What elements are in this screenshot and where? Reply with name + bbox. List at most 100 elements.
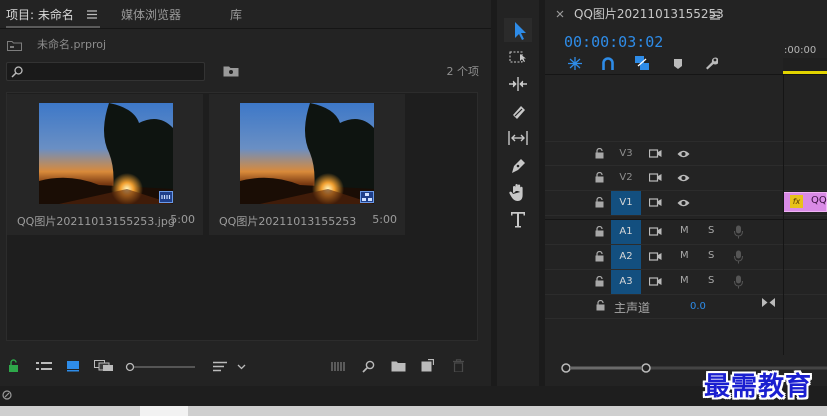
solo-button[interactable]: S	[708, 250, 714, 261]
wrench-icon[interactable]	[704, 56, 718, 70]
lock-icon[interactable]	[595, 226, 604, 237]
panel-divider	[0, 28, 491, 29]
clip-thumbnail	[39, 103, 173, 204]
new-item-icon[interactable]	[421, 359, 434, 372]
track-select-tool[interactable]	[504, 45, 532, 69]
clip-name: QQ图片20211013155253	[219, 215, 357, 228]
lock-icon[interactable]	[596, 300, 605, 311]
desktop-strip	[0, 406, 827, 416]
timeline-clip[interactable]: fx QQ	[783, 192, 827, 212]
freeform-view-icon[interactable]	[94, 360, 114, 372]
zoom-slider-handle[interactable]	[125, 362, 195, 372]
microphone-icon[interactable]	[734, 250, 743, 264]
project-panel: 项目: 未命名 媒体浏览器 库 未命名.prproj 2 个项 QQ图片2021…	[0, 0, 491, 386]
clip-name: QQ图片20211013155253.jpg	[17, 215, 175, 228]
icon-view-icon[interactable]	[66, 360, 80, 372]
project-item-sequence[interactable]: QQ图片20211013155253 5:00	[209, 94, 405, 235]
panel-menu-icon[interactable]	[710, 11, 720, 20]
tab-libraries[interactable]: 库	[230, 4, 242, 26]
tab-project[interactable]: 项目: 未命名	[6, 4, 74, 26]
track-header-divider	[783, 75, 784, 355]
solo-button[interactable]: S	[708, 225, 714, 236]
track-header-a1: A1 M S	[545, 220, 783, 244]
selection-tool[interactable]	[504, 18, 532, 42]
sort-icons-icon[interactable]	[213, 361, 247, 373]
lock-icon[interactable]	[595, 276, 604, 287]
fx-badge: fx	[790, 195, 803, 208]
sync-lock-icon[interactable]	[649, 251, 662, 262]
clip-duration: 5:00	[170, 213, 195, 226]
add-marker-icon[interactable]	[673, 58, 683, 70]
mute-button[interactable]: M	[680, 275, 689, 286]
clip-label: QQ	[811, 195, 827, 206]
lock-icon[interactable]	[595, 251, 604, 262]
pen-tool[interactable]	[504, 153, 532, 177]
close-icon[interactable]	[556, 10, 564, 18]
find-icon[interactable]	[362, 360, 375, 373]
microphone-icon[interactable]	[734, 275, 743, 289]
go-to-end-icon[interactable]	[762, 297, 775, 308]
microphone-icon[interactable]	[734, 225, 743, 239]
sync-lock-icon[interactable]	[649, 276, 662, 287]
linked-selection-icon[interactable]	[635, 56, 649, 70]
mute-button[interactable]: M	[680, 250, 689, 261]
snap-icon[interactable]	[602, 57, 614, 70]
hand-tool[interactable]	[504, 180, 532, 204]
track-header-v3: V3	[545, 142, 783, 166]
sequence-icon	[360, 191, 374, 203]
automate-to-sequence-icon[interactable]	[331, 361, 347, 372]
item-count: 2 个项	[446, 65, 480, 78]
watermark: 最需教育	[704, 372, 813, 402]
ruler-time-label: :00:00	[784, 45, 817, 56]
track-label[interactable]: A1	[611, 220, 641, 244]
lock-icon[interactable]	[595, 172, 604, 183]
track-label[interactable]: V1	[611, 191, 641, 215]
sync-lock-icon[interactable]	[649, 197, 662, 208]
panel-menu-icon[interactable]	[87, 10, 97, 19]
sync-lock-icon[interactable]	[649, 172, 662, 183]
lock-icon[interactable]	[8, 359, 19, 372]
playhead-timecode[interactable]: 00:00:03:02	[564, 33, 663, 51]
project-file-name: 未命名.prproj	[37, 38, 107, 51]
lock-icon[interactable]	[595, 148, 604, 159]
project-item-clip[interactable]: QQ图片20211013155253.jpg 5:00	[7, 94, 203, 235]
track-header-v2: V2	[545, 166, 783, 190]
track-divider	[545, 318, 827, 319]
nest-sequence-icon[interactable]	[568, 57, 582, 70]
track-label[interactable]: A3	[611, 270, 641, 294]
type-tool[interactable]	[504, 207, 532, 231]
slip-tool[interactable]	[504, 126, 532, 150]
track-divider	[545, 215, 827, 216]
eye-icon[interactable]	[677, 198, 690, 208]
status-icon[interactable]	[2, 390, 12, 400]
track-label[interactable]: V2	[611, 166, 641, 190]
track-header-v1: V1	[545, 191, 783, 215]
taskbar-item	[140, 406, 188, 416]
still-image-icon	[159, 191, 173, 203]
track-label[interactable]: A2	[611, 245, 641, 269]
track-header-a2: A2 M S	[545, 245, 783, 269]
sync-lock-icon[interactable]	[649, 226, 662, 237]
master-volume-value[interactable]: 0.0	[690, 301, 706, 312]
razor-tool[interactable]	[504, 99, 532, 123]
trash-icon[interactable]	[453, 359, 464, 372]
timeline-panel: QQ图片20211013155253 00:00:03:02 :00:00 V3…	[545, 0, 827, 386]
project-search-input[interactable]	[6, 62, 205, 81]
sync-lock-icon[interactable]	[649, 148, 662, 159]
lock-icon[interactable]	[595, 197, 604, 208]
tab-media-browser[interactable]: 媒体浏览器	[121, 4, 181, 26]
master-track-label: 主声道	[614, 301, 651, 315]
tools-panel	[497, 0, 539, 386]
ripple-edit-tool[interactable]	[504, 72, 532, 96]
tab-sequence[interactable]: QQ图片20211013155253	[574, 5, 724, 22]
new-search-bin-icon[interactable]	[223, 65, 239, 77]
track-label[interactable]: V3	[611, 142, 641, 166]
solo-button[interactable]: S	[708, 275, 714, 286]
list-view-icon[interactable]	[36, 361, 52, 372]
eye-icon[interactable]	[677, 173, 690, 183]
mute-button[interactable]: M	[680, 225, 689, 236]
project-folder-icon	[7, 39, 22, 51]
eye-icon[interactable]	[677, 149, 690, 159]
new-bin-icon[interactable]	[391, 360, 406, 372]
header-divider	[545, 74, 827, 75]
